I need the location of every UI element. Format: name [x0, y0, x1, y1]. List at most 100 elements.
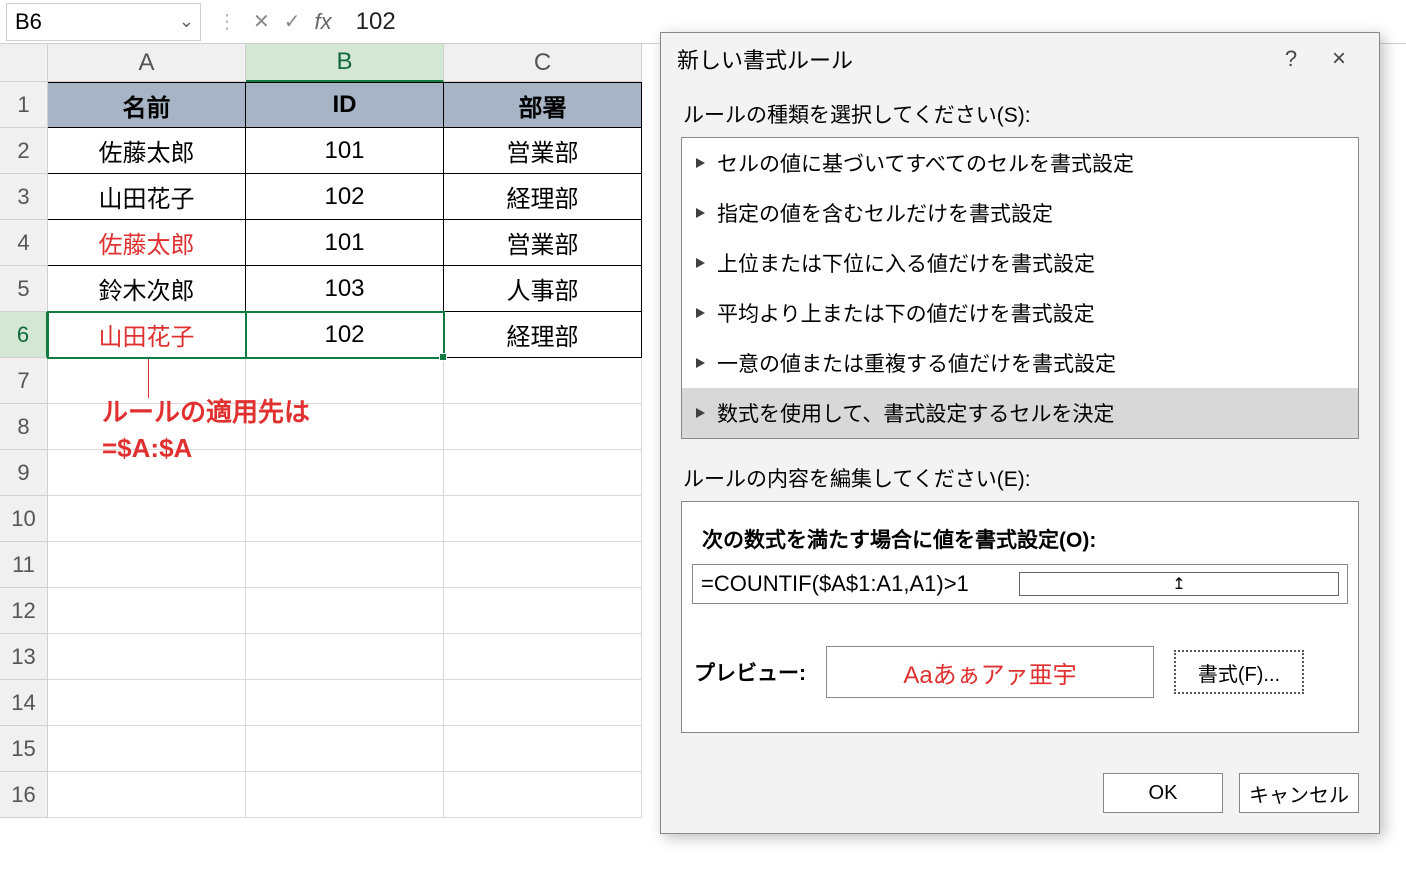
fx-icon[interactable]: fx — [315, 9, 332, 35]
cell-c5[interactable]: 人事部 — [444, 266, 642, 312]
row-header-9[interactable]: 9 — [0, 450, 48, 496]
cell-b13[interactable] — [246, 634, 444, 680]
range-selector-icon[interactable]: ↥ — [1019, 572, 1339, 596]
cell-c7[interactable] — [444, 358, 642, 404]
formula-rule-box: 次の数式を満たす場合に値を書式設定(O): =COUNTIF($A$1:A1,A… — [681, 501, 1359, 733]
cell-c10[interactable] — [444, 496, 642, 542]
close-icon[interactable]: × — [1315, 45, 1363, 73]
formula-condition-label: 次の数式を満たす場合に値を書式設定(O): — [692, 512, 1348, 564]
rule-type-label: 上位または下位に入る値だけを書式設定 — [717, 248, 1095, 278]
ok-button[interactable]: OK — [1103, 773, 1223, 813]
preview-sample-box: Aaあぁアァ亜宇 — [826, 646, 1154, 698]
row-header-15[interactable]: 15 — [0, 726, 48, 772]
cell-a6[interactable]: 山田花子 — [48, 312, 246, 358]
row-header-10[interactable]: 10 — [0, 496, 48, 542]
cell-b4[interactable]: 101 — [246, 220, 444, 266]
formula-bar-buttons: ⋮ ✕ ✓ fx — [205, 9, 342, 35]
row-header-2[interactable]: 2 — [0, 128, 48, 174]
rule-type-list[interactable]: セルの値に基づいてすべてのセルを書式設定指定の値を含むセルだけを書式設定上位また… — [681, 137, 1359, 439]
name-box[interactable]: B6 ⌄ — [6, 3, 201, 41]
cell-c14[interactable] — [444, 680, 642, 726]
row-header-8[interactable]: 8 — [0, 404, 48, 450]
column-header-c[interactable]: C — [444, 44, 642, 82]
cell-b3[interactable]: 102 — [246, 174, 444, 220]
dialog-titlebar[interactable]: 新しい書式ルール ? × — [661, 33, 1379, 85]
cell-a1[interactable]: 名前 — [48, 82, 246, 128]
dialog-footer: OK キャンセル — [661, 755, 1379, 833]
row-header-1[interactable]: 1 — [0, 82, 48, 128]
format-button[interactable]: 書式(F)... — [1174, 650, 1304, 694]
cell-a3[interactable]: 山田花子 — [48, 174, 246, 220]
cell-a13[interactable] — [48, 634, 246, 680]
cell-a14[interactable] — [48, 680, 246, 726]
rule-type-item-3[interactable]: 平均より上または下の値だけを書式設定 — [682, 288, 1358, 338]
row-header-4[interactable]: 4 — [0, 220, 48, 266]
triangle-right-icon — [696, 258, 705, 268]
rule-type-item-5[interactable]: 数式を使用して、書式設定するセルを決定 — [682, 388, 1358, 438]
rule-type-item-0[interactable]: セルの値に基づいてすべてのセルを書式設定 — [682, 138, 1358, 188]
help-icon[interactable]: ? — [1267, 46, 1315, 72]
edit-rule-label: ルールの内容を編集してください(E): — [681, 457, 1359, 501]
row-header-7[interactable]: 7 — [0, 358, 48, 404]
rule-type-item-2[interactable]: 上位または下位に入る値だけを書式設定 — [682, 238, 1358, 288]
dialog-body: ルールの種類を選択してください(S): セルの値に基づいてすべてのセルを書式設定… — [661, 85, 1379, 749]
cell-a11[interactable] — [48, 542, 246, 588]
cell-c1[interactable]: 部署 — [444, 82, 642, 128]
selection-handle[interactable] — [439, 353, 447, 361]
triangle-right-icon — [696, 208, 705, 218]
row-header-16[interactable]: 16 — [0, 772, 48, 818]
cell-a15[interactable] — [48, 726, 246, 772]
cell-c11[interactable] — [444, 542, 642, 588]
column-header-a[interactable]: A — [48, 44, 246, 82]
rule-type-label: 数式を使用して、書式設定するセルを決定 — [717, 398, 1114, 428]
cell-a12[interactable] — [48, 588, 246, 634]
enter-icon[interactable]: ✓ — [284, 9, 301, 34]
cell-c9[interactable] — [444, 450, 642, 496]
triangle-right-icon — [696, 158, 705, 168]
cell-b5[interactable]: 103 — [246, 266, 444, 312]
cell-b16[interactable] — [246, 772, 444, 818]
cell-c8[interactable] — [444, 404, 642, 450]
row-header-3[interactable]: 3 — [0, 174, 48, 220]
row-header-12[interactable]: 12 — [0, 588, 48, 634]
cell-c12[interactable] — [444, 588, 642, 634]
cell-b6[interactable]: 102 — [246, 312, 444, 358]
cell-c13[interactable] — [444, 634, 642, 680]
cell-b15[interactable] — [246, 726, 444, 772]
cell-c4[interactable]: 営業部 — [444, 220, 642, 266]
column-header-b[interactable]: B — [246, 44, 444, 82]
cell-a16[interactable] — [48, 772, 246, 818]
name-box-value: B6 — [15, 9, 42, 35]
cell-b1[interactable]: ID — [246, 82, 444, 128]
row-header-14[interactable]: 14 — [0, 680, 48, 726]
formula-value: 102 — [356, 8, 396, 36]
formula-input-field[interactable]: =COUNTIF($A$1:A1,A1)>1 ↥ — [692, 564, 1348, 604]
select-all-corner[interactable] — [0, 44, 48, 82]
triangle-right-icon — [696, 408, 705, 418]
row-header-5[interactable]: 5 — [0, 266, 48, 312]
annotation-line1: ルールの適用先は — [102, 394, 310, 430]
cell-c6[interactable]: 経理部 — [444, 312, 642, 358]
cell-b11[interactable] — [246, 542, 444, 588]
cell-c15[interactable] — [444, 726, 642, 772]
cell-a2[interactable]: 佐藤太郎 — [48, 128, 246, 174]
rule-type-item-4[interactable]: 一意の値または重複する値だけを書式設定 — [682, 338, 1358, 388]
row-header-6[interactable]: 6 — [0, 312, 48, 358]
cell-a5[interactable]: 鈴木次郎 — [48, 266, 246, 312]
chevron-down-icon[interactable]: ⌄ — [179, 11, 194, 32]
cell-c16[interactable] — [444, 772, 642, 818]
separator-icon: ⋮ — [215, 9, 239, 34]
cell-c2[interactable]: 営業部 — [444, 128, 642, 174]
cell-c3[interactable]: 経理部 — [444, 174, 642, 220]
cell-b12[interactable] — [246, 588, 444, 634]
row-header-11[interactable]: 11 — [0, 542, 48, 588]
cancel-icon[interactable]: ✕ — [253, 9, 270, 34]
rule-type-item-1[interactable]: 指定の値を含むセルだけを書式設定 — [682, 188, 1358, 238]
cell-b2[interactable]: 101 — [246, 128, 444, 174]
cancel-button[interactable]: キャンセル — [1239, 773, 1359, 813]
cell-b14[interactable] — [246, 680, 444, 726]
cell-a4[interactable]: 佐藤太郎 — [48, 220, 246, 266]
row-header-13[interactable]: 13 — [0, 634, 48, 680]
cell-b10[interactable] — [246, 496, 444, 542]
cell-a10[interactable] — [48, 496, 246, 542]
